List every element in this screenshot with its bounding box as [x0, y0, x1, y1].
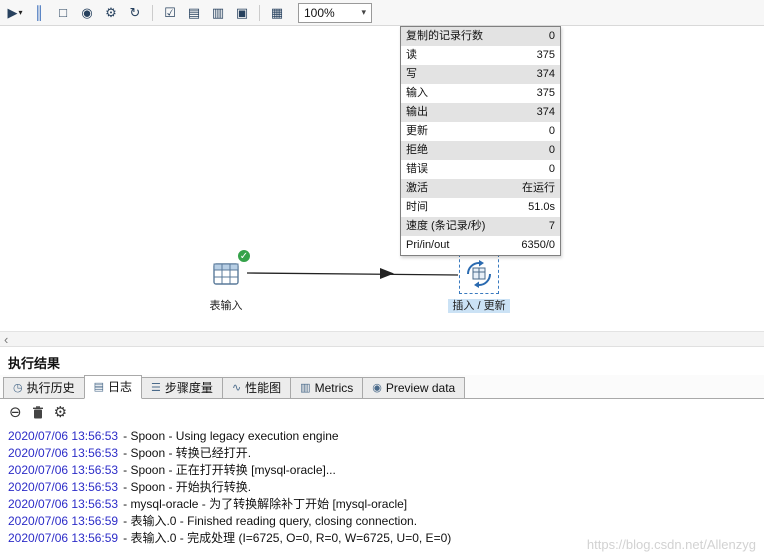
tab-execution-history[interactable]: ◷ 执行历史 — [3, 377, 85, 398]
zoom-dropdown-caret-icon: ▾ — [361, 7, 366, 18]
preview-icon: ◉ — [81, 5, 92, 21]
pause-button[interactable]: ║ — [28, 3, 50, 23]
stop-icon: □ — [59, 5, 67, 20]
step-label: 表输入 — [188, 297, 264, 313]
preview-button[interactable]: ◉ — [76, 3, 98, 23]
table-input-icon — [210, 258, 242, 290]
log-line: 2020/07/06 13:56:59- 表输入.0 - Finished re… — [8, 513, 764, 530]
step-success-badge: ✓ — [237, 249, 251, 263]
run-dropdown-caret-icon: ▾ — [18, 8, 22, 17]
metric-row: 时间51.0s — [401, 198, 560, 217]
metric-row: 复制的记录行数0 — [401, 27, 560, 46]
explore-database-button[interactable]: ▣ — [231, 3, 253, 23]
stop-button[interactable]: □ — [52, 3, 74, 23]
log-settings-button[interactable]: ⚙ — [54, 405, 67, 420]
metric-row: 写374 — [401, 65, 560, 84]
sql-icon: ▥ — [212, 5, 224, 21]
run-icon: ▶ — [7, 5, 17, 21]
insert-update-icon — [464, 259, 494, 289]
step-table-input[interactable]: ✓ 表输入 — [188, 254, 264, 313]
execution-results-panel: 执行结果 ◷ 执行历史 ▤ 日志 ☰ 步骤度量 ∿ 性能图 ▥ Metrics — [0, 346, 764, 547]
delete-log-button[interactable] — [32, 406, 44, 419]
log-line: 2020/07/06 13:56:53- Spoon - Using legac… — [8, 428, 764, 445]
metric-row: 输出374 — [401, 103, 560, 122]
debug-button[interactable]: ⚙ — [100, 3, 122, 23]
impact-icon: ▤ — [188, 5, 200, 21]
verify-icon: ☑ — [164, 5, 176, 21]
minus-circle-icon: ⊖ — [9, 405, 22, 420]
metric-row: 错误0 — [401, 160, 560, 179]
zoom-value: 100% — [304, 6, 335, 20]
preview-data-icon: ◉ — [372, 381, 382, 394]
metric-row: 激活在运行 — [401, 179, 560, 198]
log-toolbar: ⊖ ⚙ — [0, 399, 764, 425]
step-metrics-tooltip: 复制的记录行数0 读375 写374 输入375 输出374 更新0 拒绝0 错… — [400, 26, 561, 256]
replay-icon: ↻ — [130, 5, 141, 21]
step-insert-update[interactable]: 插入 / 更新 — [441, 254, 517, 313]
history-icon: ◷ — [13, 381, 23, 394]
generate-sql-button[interactable]: ▥ — [207, 3, 229, 23]
trash-icon — [32, 406, 44, 419]
log-line: 2020/07/06 13:56:53- Spoon - 转换已经打开. — [8, 445, 764, 462]
results-panel-title: 执行结果 — [0, 346, 764, 375]
log-output[interactable]: 2020/07/06 13:56:53- Spoon - Using legac… — [0, 425, 764, 547]
step-metrics-icon: ☰ — [151, 381, 161, 394]
metric-row: 更新0 — [401, 122, 560, 141]
transformation-canvas[interactable]: ✓ 表输入 插入 / 更新 复制的记录行数0 读375 — [0, 26, 764, 331]
log-line: 2020/07/06 13:56:53- Spoon - 开始执行转换. — [8, 479, 764, 496]
spoon-window: ▶ ▾ ║ □ ◉ ⚙ ↻ ☑ ▤ ▥ ▣ ▦ — [0, 0, 764, 547]
tab-log[interactable]: ▤ 日志 — [84, 375, 142, 399]
metric-row: 拒绝0 — [401, 141, 560, 160]
tab-metrics[interactable]: ▥ Metrics — [290, 377, 363, 398]
log-line: 2020/07/06 13:56:53- mysql-oracle - 为了转换… — [8, 496, 764, 513]
toolbar-separator — [259, 5, 260, 21]
clear-log-button[interactable]: ⊖ — [9, 405, 22, 420]
impact-analysis-button[interactable]: ▤ — [183, 3, 205, 23]
tab-preview-data[interactable]: ◉ Preview data — [362, 377, 465, 398]
pause-icon: ║ — [34, 5, 43, 20]
gear-icon: ⚙ — [54, 405, 67, 420]
replay-button[interactable]: ↻ — [124, 3, 146, 23]
metric-row: Pri/in/out6350/0 — [401, 236, 560, 255]
log-icon: ▤ — [94, 380, 104, 393]
tab-step-metrics[interactable]: ☰ 步骤度量 — [141, 377, 223, 398]
scroll-left-icon[interactable]: ‹ — [4, 332, 8, 347]
results-tab-bar: ◷ 执行历史 ▤ 日志 ☰ 步骤度量 ∿ 性能图 ▥ Metrics ◉ Pre… — [0, 375, 764, 399]
zoom-select[interactable]: 100% ▾ — [298, 3, 372, 23]
step-label: 插入 / 更新 — [441, 297, 517, 313]
show-results-icon: ▦ — [271, 5, 283, 21]
debug-icon: ⚙ — [105, 5, 117, 21]
canvas-hscrollbar[interactable]: ‹ — [0, 331, 764, 346]
performance-graph-icon: ∿ — [232, 381, 241, 394]
database-icon: ▣ — [236, 5, 248, 21]
log-line: 2020/07/06 13:56:59- 表输入.0 - 完成处理 (I=672… — [8, 530, 764, 547]
log-line: 2020/07/06 13:56:53- Spoon - 正在打开转换 [mys… — [8, 462, 764, 479]
hop-arrow[interactable] — [0, 26, 764, 331]
verify-transformation-button[interactable]: ☑ — [159, 3, 181, 23]
metric-row: 读375 — [401, 46, 560, 65]
metric-row: 输入375 — [401, 84, 560, 103]
main-toolbar: ▶ ▾ ║ □ ◉ ⚙ ↻ ☑ ▤ ▥ ▣ ▦ — [0, 0, 764, 26]
tab-performance-graph[interactable]: ∿ 性能图 — [222, 377, 291, 398]
metric-row: 速度 (条记录/秒)7 — [401, 217, 560, 236]
metrics-icon: ▥ — [300, 381, 310, 394]
run-button[interactable]: ▶ ▾ — [4, 3, 26, 23]
show-results-button[interactable]: ▦ — [266, 3, 288, 23]
toolbar-separator — [152, 5, 153, 21]
